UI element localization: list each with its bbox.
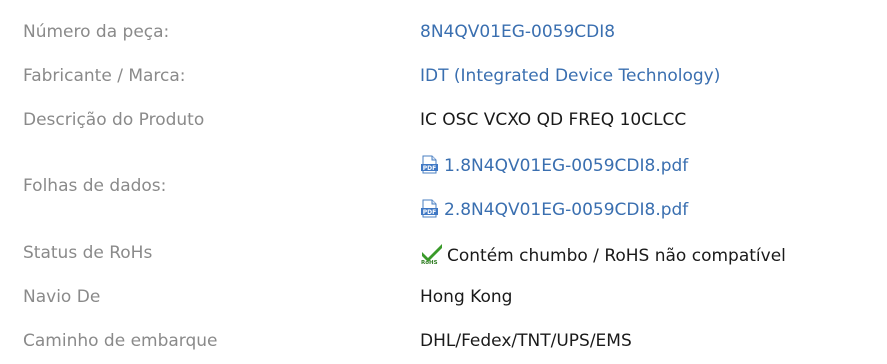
description-label: Descrição do Produto (23, 110, 205, 130)
pdf-icon: PDF (421, 199, 438, 218)
ship-from-label: Navio De (23, 287, 101, 307)
datasheet-link-2[interactable]: 2.8N4QV01EG-0059CDI8.pdf (444, 200, 688, 220)
svg-text:PDF: PDF (423, 209, 436, 216)
product-details: Número da peça: 8N4QV01EG-0059CDI8 Fabri… (0, 0, 887, 364)
part-number-label: Número da peça: (23, 22, 170, 42)
datasheet-link-1[interactable]: 1.8N4QV01EG-0059CDI8.pdf (444, 156, 688, 176)
svg-text:RoHS: RoHS (421, 260, 438, 265)
pdf-icon: PDF (421, 155, 438, 174)
ship-from-value: Hong Kong (420, 287, 513, 307)
part-number-link[interactable]: 8N4QV01EG-0059CDI8 (420, 22, 615, 42)
description-value: IC OSC VCXO QD FREQ 10CLCC (420, 110, 687, 130)
manufacturer-label: Fabricante / Marca: (23, 66, 186, 86)
rohs-check-icon: RoHS (421, 244, 442, 265)
shipping-method-label: Caminho de embarque (23, 331, 218, 351)
manufacturer-link[interactable]: IDT (Integrated Device Technology) (420, 66, 720, 86)
rohs-label: Status de RoHs (23, 243, 153, 263)
datasheets-label: Folhas de dados: (23, 176, 167, 196)
svg-text:PDF: PDF (423, 165, 436, 172)
rohs-status-value: Contém chumbo / RoHS não compatível (447, 246, 786, 266)
shipping-method-value: DHL/Fedex/TNT/UPS/EMS (420, 331, 632, 351)
